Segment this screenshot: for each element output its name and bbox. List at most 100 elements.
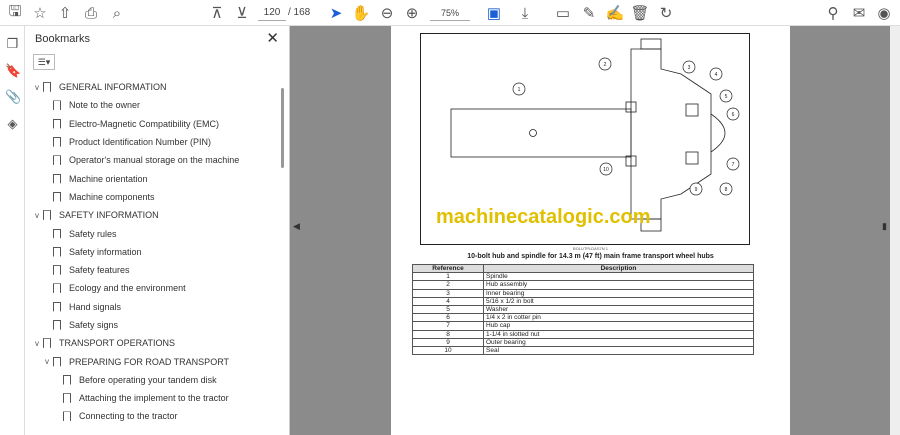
zoom-select[interactable]: 75% (430, 5, 470, 21)
viewer-scrollbar[interactable] (890, 26, 900, 435)
reference-cell: 5 (412, 304, 484, 315)
bookmark-item[interactable]: v TRANSPORT OPERATIONS (25, 334, 280, 352)
bookmark-icon (53, 246, 61, 257)
bookmark-label: Safety rules (69, 228, 117, 239)
bookmark-label: Hand signals (69, 301, 122, 312)
chevron-down-icon[interactable]: v (31, 83, 43, 92)
bookmark-label: PREPARING FOR ROAD TRANSPORT (69, 356, 230, 367)
bookmark-icon (53, 100, 61, 111)
table-row: 2 Hub assembly (412, 280, 754, 290)
bookmark-item[interactable]: Operator's manual storage on the machine (25, 151, 280, 169)
bookmark-icon (63, 411, 71, 422)
chevron-down-icon[interactable]: v (41, 357, 53, 366)
description-cell: 5/16 x 1/2 in bolt (483, 296, 754, 306)
reference-cell: 3 (412, 288, 484, 298)
bookmark-item[interactable]: Machine components (25, 188, 280, 206)
bookmark-item[interactable]: Safety information (25, 243, 280, 261)
bookmark-item[interactable]: Safety features (25, 261, 280, 279)
bookmark-options-button[interactable]: ☰▾ (33, 54, 55, 70)
mail-icon[interactable]: ✉ (849, 3, 869, 23)
hand-tool-icon[interactable]: ✋ (351, 3, 371, 23)
highlight-pen-icon[interactable]: ✎ (579, 3, 599, 23)
bookmark-item[interactable]: Safety signs (25, 316, 280, 334)
description-cell: 1-1/4 in slotted nut (483, 329, 754, 339)
callout-label: 4 (715, 72, 718, 78)
bookmark-label: Connecting to the tractor (79, 411, 178, 422)
bookmark-item[interactable]: v GENERAL INFORMATION (25, 78, 280, 96)
previous-page-icon[interactable]: ⊼ (207, 3, 227, 23)
pages-icon[interactable]: ❐ (5, 36, 20, 51)
bookmark-item[interactable]: v SAFETY INFORMATION (25, 206, 280, 224)
page-number-input[interactable]: 120 (258, 5, 286, 21)
bookmark-item[interactable]: Connecting to the tractor (25, 407, 280, 425)
reference-cell: 6 (412, 313, 484, 323)
chevron-down-icon[interactable]: v (31, 211, 43, 220)
table-row: 4 5/16 x 1/2 in bolt (412, 296, 754, 306)
save-icon[interactable]: 🖫 (5, 3, 25, 23)
bookmark-item[interactable]: Machine orientation (25, 169, 280, 187)
bookmark-item[interactable]: v PREPARING FOR ROAD TRANSPORT (25, 352, 280, 370)
search-icon[interactable]: ⌕ (107, 3, 127, 23)
reference-cell: 2 (412, 280, 484, 290)
bookmark-icon (53, 173, 61, 184)
bookmark-label: Safety signs (69, 320, 119, 330)
chevron-down-icon[interactable]: v (31, 339, 43, 348)
bookmark-label: Machine components (69, 191, 155, 202)
attachments-icon[interactable]: 📎 (5, 89, 21, 104)
comment-icon[interactable]: ▭ (553, 3, 573, 23)
bookmark-icon (63, 374, 71, 385)
bookmark-icon (53, 320, 61, 330)
bookmark-label: Safety features (69, 265, 130, 276)
collapse-left-icon[interactable]: ◀ (293, 221, 300, 232)
parts-table: Reference Description 1 Spindle 2 Hub assem… (412, 263, 754, 356)
bookmark-item[interactable]: Electro-Magnetic Compatibility (EMC) (25, 115, 280, 133)
zoom-out-icon[interactable]: ⊖ (377, 3, 397, 23)
description-cell: Outer bearing (483, 337, 754, 347)
account-icon[interactable]: ◉ (874, 3, 894, 23)
share-link-icon[interactable]: ⚲ (823, 3, 843, 23)
scroll-mode-icon[interactable]: ⤓ (515, 3, 535, 23)
delete-icon[interactable]: 🗑 (630, 3, 650, 23)
bookmark-item[interactable]: Safety rules (25, 224, 280, 242)
close-icon[interactable]: ✕ (266, 29, 279, 47)
bookmark-label: GENERAL INFORMATION (59, 82, 167, 93)
figure-caption: 10-bolt hub and spindle for 14.3 m (47 f… (467, 253, 714, 260)
select-tool-icon[interactable]: ➤ (326, 3, 346, 23)
sign-icon[interactable]: ✍ (605, 3, 625, 23)
reference-cell: 8 (412, 329, 484, 339)
bookmark-item[interactable]: Hand signals (25, 298, 280, 316)
collapse-right-icon[interactable]: ▮ (882, 221, 887, 232)
bookmark-star-icon[interactable]: ☆ (30, 3, 50, 23)
bookmark-label: TRANSPORT OPERATIONS (59, 338, 176, 349)
print-icon[interactable]: ⎙ (81, 3, 101, 23)
bookmark-label: Product Identification Number (PIN) (69, 137, 212, 148)
callout-label: 10 (603, 167, 609, 173)
callout-label: 1 (518, 87, 521, 93)
panel-title: Bookmarks (35, 33, 91, 45)
zoom-in-icon[interactable]: ⊕ (402, 3, 422, 23)
table-row: 8 1-1/4 in slotted nut (412, 329, 754, 339)
description-cell: Hub assembly (483, 280, 754, 290)
rotate-icon[interactable]: ↻ (656, 3, 676, 23)
bookmark-item[interactable]: Attaching the implement to the tractor (25, 389, 280, 407)
panel-scrollbar[interactable] (281, 88, 284, 168)
table-row: 6 1/4 x 2 in cotter pin (412, 313, 754, 323)
bookmark-icon (53, 283, 61, 294)
reference-cell: 7 (412, 321, 484, 331)
bookmark-icon (63, 393, 71, 404)
next-page-icon[interactable]: ⊻ (232, 3, 252, 23)
bookmarks-icon[interactable]: 🔖 (5, 63, 21, 78)
layers-icon[interactable]: ◈ (5, 116, 20, 131)
callout-label: 8 (725, 187, 728, 193)
upload-icon[interactable]: ⇧ (55, 3, 75, 23)
bookmark-icon (53, 155, 61, 166)
bookmark-label: Note to the owner (69, 100, 141, 111)
description-cell: Seal (483, 345, 754, 356)
bookmark-item[interactable]: Note to the owner (25, 96, 280, 114)
bookmark-item[interactable]: Before operating your tandem disk (25, 371, 280, 389)
bookmark-item[interactable]: Ecology and the environment (25, 279, 280, 297)
document-viewer: ◀ ▮ 1 2 3 4 5 6 7 8 9 10 machinecatalogic.com BOL… (290, 26, 900, 435)
table-row: 5 Washer (412, 304, 754, 315)
page-fit-icon[interactable]: ▣ (484, 3, 504, 23)
bookmark-item[interactable]: Product Identification Number (PIN) (25, 133, 280, 151)
